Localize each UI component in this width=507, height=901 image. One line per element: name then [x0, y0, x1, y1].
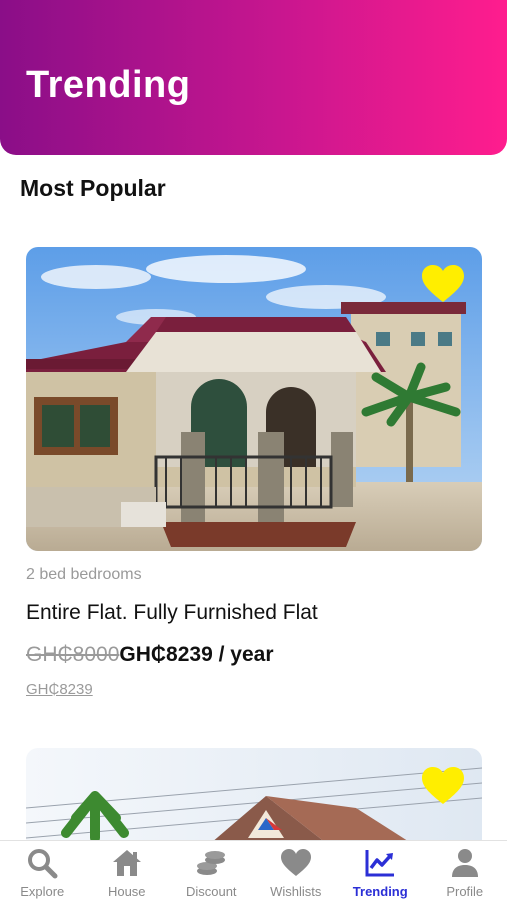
tab-profile[interactable]: Profile — [423, 841, 507, 901]
bottom-tab-bar: Explore House Discount Wishlists Trendin… — [0, 840, 507, 901]
tab-label: Profile — [446, 884, 483, 899]
listing-photo[interactable] — [26, 247, 482, 551]
tab-label: Trending — [353, 884, 408, 899]
price-row: GH₵8000GH₵8239 / year — [26, 643, 274, 667]
tab-trending[interactable]: Trending — [338, 841, 423, 901]
tab-label: Wishlists — [270, 884, 321, 899]
tab-label: House — [108, 884, 146, 899]
original-price: GH₵8000 — [26, 643, 119, 666]
favorite-heart-icon[interactable] — [421, 766, 465, 806]
bedroom-count: 2 bed bedrooms — [26, 566, 142, 584]
tab-label: Discount — [186, 884, 237, 899]
house-icon — [111, 847, 143, 879]
listing-title[interactable]: Entire Flat. Fully Furnished Flat — [26, 601, 318, 625]
heart-icon — [280, 847, 312, 879]
search-icon — [26, 847, 58, 879]
page-title: Trending — [26, 64, 190, 107]
tab-discount[interactable]: Discount — [169, 841, 254, 901]
tab-wishlists[interactable]: Wishlists — [254, 841, 339, 901]
tab-house[interactable]: House — [85, 841, 170, 901]
favorite-heart-icon[interactable] — [421, 264, 465, 304]
current-price: GH₵8239 / year — [119, 643, 273, 666]
section-title: Most Popular — [20, 175, 166, 202]
tab-explore[interactable]: Explore — [0, 841, 85, 901]
trending-chart-icon — [364, 847, 396, 879]
tab-label: Explore — [20, 884, 64, 899]
price-link[interactable]: GH₵8239 — [26, 681, 93, 698]
coins-icon — [195, 847, 227, 879]
person-icon — [449, 847, 481, 879]
header-banner: Trending — [0, 0, 507, 155]
